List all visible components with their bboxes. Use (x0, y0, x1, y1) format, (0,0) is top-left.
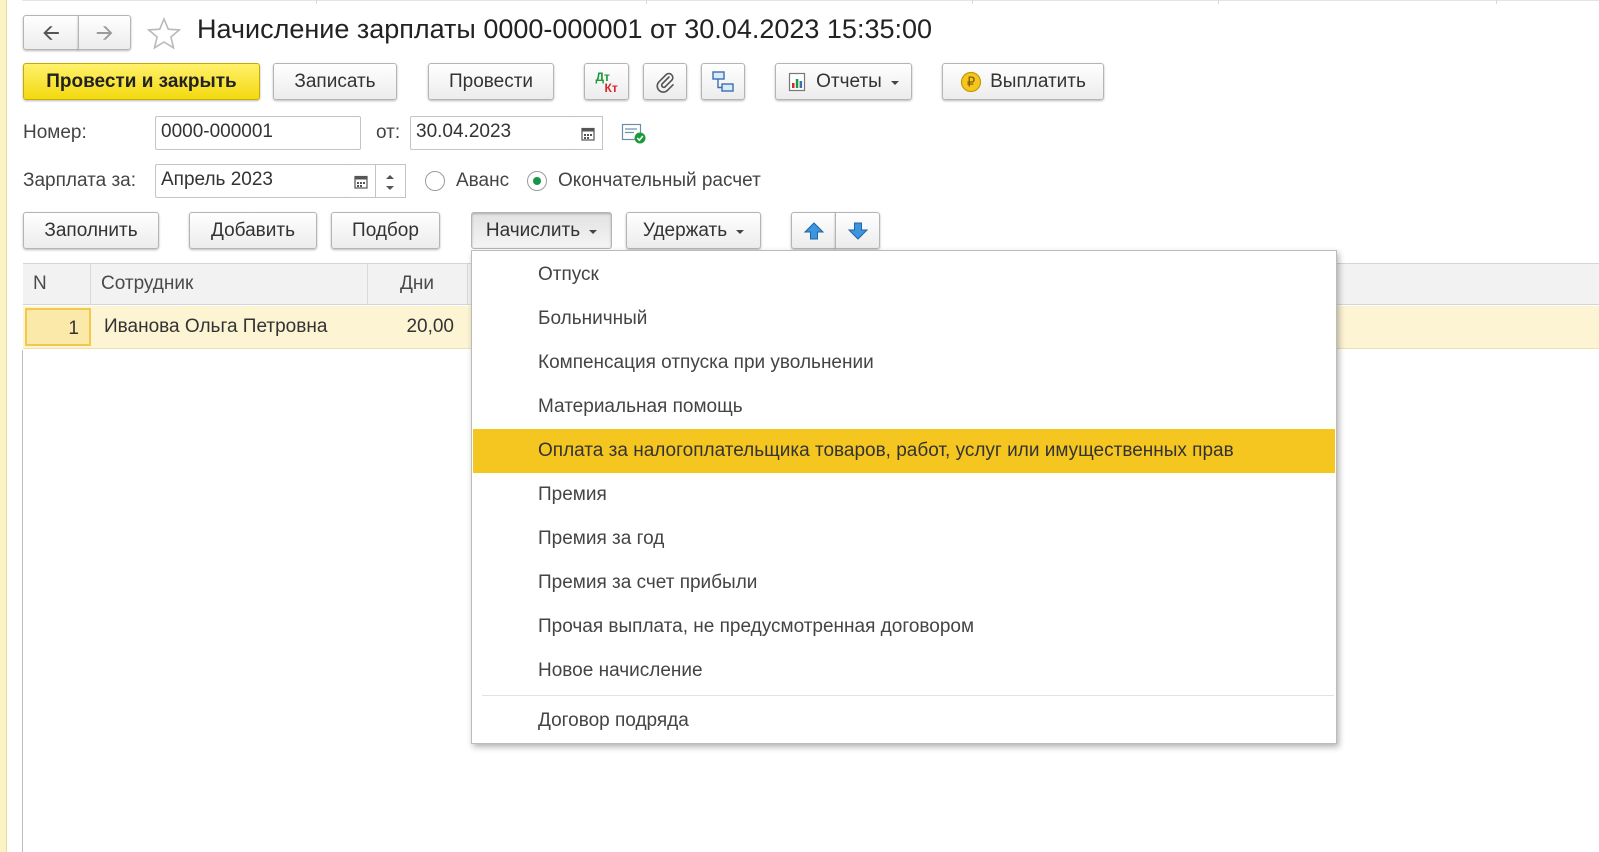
arrow-up-icon (803, 221, 824, 239)
page-title: Начисление зарплаты 0000-000001 от 30.04… (197, 14, 933, 44)
number-label: Номер: (23, 122, 87, 143)
menu-separator (482, 695, 1334, 696)
withhold-label: Удержать (642, 219, 728, 241)
menu-item-profit-bonus[interactable]: Премия за счет прибыли (473, 561, 1335, 605)
back-button[interactable]: 🡨 (23, 15, 79, 50)
fill-button[interactable]: Заполнить (23, 212, 159, 249)
period-spinner[interactable] (376, 164, 406, 198)
top-tick (316, 0, 317, 4)
chevron-down-icon (589, 229, 598, 234)
menu-item-contract[interactable]: Договор подряда (473, 699, 1335, 743)
accrue-dropdown-menu: Отпуск Больничный Компенсация отпуска пр… (471, 250, 1337, 744)
salary-for-label: Зарплата за: (23, 170, 137, 191)
top-divider (22, 0, 1599, 1)
row-number-cell[interactable]: 1 (25, 308, 91, 346)
accrue-button[interactable]: Начислить (471, 212, 612, 249)
document-status-icon[interactable] (621, 123, 647, 145)
post-button[interactable]: Провести (428, 63, 554, 100)
salary-period-field[interactable]: Апрель 2023 (155, 164, 347, 198)
radio-advance-label[interactable]: Аванс (456, 170, 509, 192)
save-button[interactable]: Записать (273, 63, 397, 100)
svg-text:₽: ₽ (967, 75, 975, 90)
column-days[interactable]: Дни (368, 264, 468, 304)
structure-button[interactable] (701, 63, 745, 100)
employee-cell[interactable]: Иванова Ольга Петровна (104, 306, 364, 348)
date-picker-button[interactable] (573, 116, 603, 150)
date-field[interactable]: 30.04.2023 (410, 116, 574, 150)
menu-item-vacation-compensation[interactable]: Компенсация отпуска при увольнении (473, 341, 1335, 385)
move-up-button[interactable] (791, 212, 836, 249)
radio-final[interactable] (527, 171, 547, 191)
menu-item-payment-for-taxpayer[interactable]: Оплата за налогоплательщика товаров, раб… (473, 429, 1335, 473)
spin-up-icon[interactable] (386, 175, 394, 179)
table-left-border (22, 350, 23, 852)
attach-button[interactable] (643, 63, 687, 100)
days-cell[interactable]: 20,00 (368, 306, 454, 348)
structure-icon (712, 70, 734, 92)
forward-button[interactable]: 🡪 (78, 15, 131, 50)
pick-button[interactable]: Подбор (331, 212, 440, 249)
window-left-edge (0, 0, 7, 852)
top-tick (972, 0, 973, 4)
report-icon (789, 72, 806, 91)
dt-kt-button[interactable]: Дт Кт (584, 63, 629, 100)
arrow-right-icon: 🡪 (95, 19, 114, 45)
menu-item-sick-leave[interactable]: Больничный (473, 297, 1335, 341)
menu-item-new-accrual[interactable]: Новое начисление (473, 649, 1335, 693)
dt-kt-icon: Дт Кт (595, 69, 618, 95)
reports-button[interactable]: Отчеты (775, 63, 912, 100)
radio-advance[interactable] (425, 171, 445, 191)
column-n[interactable]: N (23, 264, 91, 304)
calendar-icon (353, 175, 368, 189)
withhold-button[interactable]: Удержать (626, 212, 761, 249)
chevron-down-icon (736, 229, 745, 234)
spin-down-icon[interactable] (386, 186, 394, 190)
chevron-down-icon (890, 80, 899, 85)
pay-label: Выплатить (990, 70, 1086, 92)
move-down-button[interactable] (835, 212, 880, 249)
arrow-left-icon: 🡨 (42, 19, 60, 45)
menu-item-bonus[interactable]: Премия (473, 473, 1335, 517)
top-tick (646, 0, 647, 4)
number-field[interactable]: 0000-000001 (155, 116, 361, 150)
reports-label: Отчеты (816, 70, 882, 92)
paperclip-icon (656, 72, 674, 93)
period-picker-button[interactable] (346, 164, 376, 198)
calendar-icon (580, 127, 595, 141)
add-button[interactable]: Добавить (189, 212, 317, 249)
accrue-label: Начислить (485, 219, 581, 241)
top-tick (1496, 0, 1497, 4)
star-icon[interactable] (146, 16, 182, 52)
menu-item-annual-bonus[interactable]: Премия за год (473, 517, 1335, 561)
radio-final-label[interactable]: Окончательный расчет (558, 170, 761, 192)
arrow-down-icon (847, 222, 868, 240)
menu-item-material-aid[interactable]: Материальная помощь (473, 385, 1335, 429)
post-and-close-button[interactable]: Провести и закрыть (23, 63, 260, 100)
top-tick (1218, 0, 1219, 4)
column-employee[interactable]: Сотрудник (91, 264, 368, 304)
menu-item-other-payment[interactable]: Прочая выплата, не предусмотренная догов… (473, 605, 1335, 649)
ruble-coin-icon: ₽ (961, 71, 982, 92)
date-label: от: (376, 122, 401, 143)
menu-item-vacation[interactable]: Отпуск (473, 253, 1335, 297)
pay-button[interactable]: ₽ Выплатить (942, 63, 1104, 100)
